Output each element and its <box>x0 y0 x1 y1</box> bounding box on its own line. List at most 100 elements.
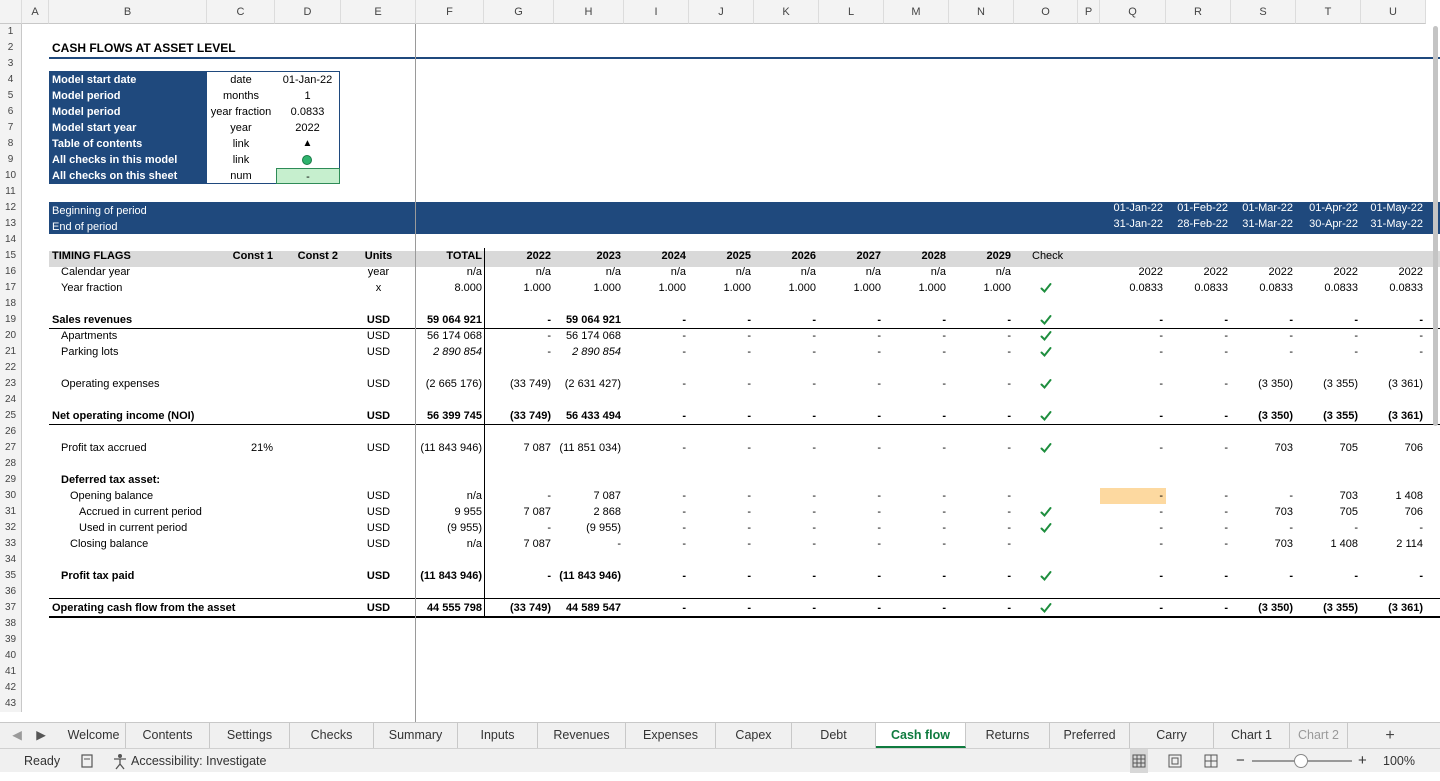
row-header-40[interactable]: 40 <box>0 648 22 664</box>
row-header-4[interactable]: 4 <box>0 72 22 88</box>
row-header-39[interactable]: 39 <box>0 632 22 648</box>
row-header-1[interactable]: 1 <box>0 24 22 40</box>
row-header-6[interactable]: 6 <box>0 104 22 120</box>
sheet-tab-settings[interactable]: Settings <box>210 723 290 748</box>
row-header-12[interactable]: 12 <box>0 200 22 216</box>
row-header-15[interactable]: 15 <box>0 248 22 264</box>
row-header-22[interactable]: 22 <box>0 360 22 376</box>
zoom-out-icon[interactable]: − <box>1236 749 1245 773</box>
sheet-tab-contents[interactable]: Contents <box>126 723 210 748</box>
scroll-tabs-left-icon[interactable]: ◀ <box>6 723 28 748</box>
sheet-tab-debt[interactable]: Debt <box>792 723 876 748</box>
row-header-7[interactable]: 7 <box>0 120 22 136</box>
row-header-27[interactable]: 27 <box>0 440 22 456</box>
column-header-f[interactable]: F <box>416 0 484 24</box>
row-header-24[interactable]: 24 <box>0 392 22 408</box>
zoom-in-icon[interactable]: + <box>1358 749 1367 773</box>
sheet-tab-inputs[interactable]: Inputs <box>458 723 538 748</box>
zoom-slider[interactable] <box>1252 749 1352 773</box>
row-header-32[interactable]: 32 <box>0 520 22 536</box>
column-header-s[interactable]: S <box>1231 0 1296 24</box>
macro-record-icon[interactable] <box>80 749 94 773</box>
row-header-33[interactable]: 33 <box>0 536 22 552</box>
column-header-q[interactable]: Q <box>1100 0 1166 24</box>
column-header-m[interactable]: M <box>884 0 949 24</box>
column-header-p[interactable]: P <box>1078 0 1100 24</box>
sheet-tab-cash-flow[interactable]: Cash flow <box>876 723 966 748</box>
select-all-corner[interactable] <box>0 0 22 24</box>
sheet-tab-expenses[interactable]: Expenses <box>626 723 716 748</box>
row-header-38[interactable]: 38 <box>0 616 22 632</box>
table-of-contents-link-icon[interactable]: ▲ <box>275 136 340 152</box>
page-layout-view-icon[interactable] <box>1166 749 1184 773</box>
row-header-36[interactable]: 36 <box>0 584 22 600</box>
column-header-r[interactable]: R <box>1166 0 1231 24</box>
row-header-13[interactable]: 13 <box>0 216 22 232</box>
row-header-29[interactable]: 29 <box>0 472 22 488</box>
column-header-t[interactable]: T <box>1296 0 1361 24</box>
column-header-c[interactable]: C <box>207 0 275 24</box>
row-header-11[interactable]: 11 <box>0 184 22 200</box>
column-header-i[interactable]: I <box>624 0 689 24</box>
row-header-10[interactable]: 10 <box>0 168 22 184</box>
accessibility-status[interactable]: Accessibility: Investigate <box>131 749 266 773</box>
accessibility-icon[interactable] <box>112 749 128 773</box>
row-header-30[interactable]: 30 <box>0 488 22 504</box>
column-header-n[interactable]: N <box>949 0 1014 24</box>
row-header-35[interactable]: 35 <box>0 568 22 584</box>
vertical-scrollbar[interactable] <box>1433 26 1438 426</box>
scroll-tabs-right-icon[interactable]: ▶ <box>30 723 52 748</box>
row-header-2[interactable]: 2 <box>0 40 22 56</box>
column-header-o[interactable]: O <box>1014 0 1078 24</box>
row-header-17[interactable]: 17 <box>0 280 22 296</box>
column-header-l[interactable]: L <box>819 0 884 24</box>
row-header-9[interactable]: 9 <box>0 152 22 168</box>
row-header-23[interactable]: 23 <box>0 376 22 392</box>
column-header-j[interactable]: J <box>689 0 754 24</box>
spreadsheet-grid[interactable]: ABCDEFGHIJKLMNOPQRSTU 1 2 3 4 5 6 7 8 9 10 11 12 13 1… <box>0 0 1440 722</box>
sheet-tab-checks[interactable]: Checks <box>290 723 374 748</box>
row-header-28[interactable]: 28 <box>0 456 22 472</box>
row-header-26[interactable]: 26 <box>0 424 22 440</box>
row-header-41[interactable]: 41 <box>0 664 22 680</box>
sheet-tab-summary[interactable]: Summary <box>374 723 458 748</box>
row-header-21[interactable]: 21 <box>0 344 22 360</box>
sheet-tab-chart-1[interactable]: Chart 1 <box>1214 723 1290 748</box>
row-header-5[interactable]: 5 <box>0 88 22 104</box>
row-header-16[interactable]: 16 <box>0 264 22 280</box>
row-header-8[interactable]: 8 <box>0 136 22 152</box>
zoom-slider-thumb[interactable] <box>1294 754 1308 768</box>
row-header-42[interactable]: 42 <box>0 680 22 696</box>
row-header-37[interactable]: 37 <box>0 600 22 616</box>
column-header-e[interactable]: E <box>341 0 416 24</box>
sheet-tab-chart-2[interactable]: Chart 2 <box>1290 723 1348 748</box>
column-header-u[interactable]: U <box>1361 0 1426 24</box>
sheet-tab-carry[interactable]: Carry <box>1130 723 1214 748</box>
sheet-tab-preferred[interactable]: Preferred <box>1050 723 1130 748</box>
column-header-b[interactable]: B <box>49 0 207 24</box>
row-header-14[interactable]: 14 <box>0 232 22 248</box>
model-check-status-icon[interactable] <box>302 155 312 165</box>
column-header-k[interactable]: K <box>754 0 819 24</box>
row-header-20[interactable]: 20 <box>0 328 22 344</box>
normal-view-icon[interactable] <box>1130 749 1148 773</box>
sheet-tab-welcome[interactable]: Welcome <box>62 723 126 748</box>
page-break-view-icon[interactable] <box>1202 749 1220 773</box>
column-header-h[interactable]: H <box>554 0 624 24</box>
add-sheet-icon[interactable]: + <box>1378 723 1402 748</box>
row-header-19[interactable]: 19 <box>0 312 22 328</box>
row-header-3[interactable]: 3 <box>0 56 22 72</box>
row-header-34[interactable]: 34 <box>0 552 22 568</box>
row-header-31[interactable]: 31 <box>0 504 22 520</box>
sheet-tab-capex[interactable]: Capex <box>716 723 792 748</box>
column-header-d[interactable]: D <box>275 0 341 24</box>
row-header-43[interactable]: 43 <box>0 696 22 712</box>
column-header-g[interactable]: G <box>484 0 554 24</box>
sheet-tab-revenues[interactable]: Revenues <box>538 723 626 748</box>
zoom-level[interactable]: 100% <box>1383 749 1415 773</box>
column-header-a[interactable]: A <box>22 0 49 24</box>
sheet-tab-returns[interactable]: Returns <box>966 723 1050 748</box>
row-header-18[interactable]: 18 <box>0 296 22 312</box>
row-header-25[interactable]: 25 <box>0 408 22 424</box>
year-value: - <box>747 506 751 518</box>
